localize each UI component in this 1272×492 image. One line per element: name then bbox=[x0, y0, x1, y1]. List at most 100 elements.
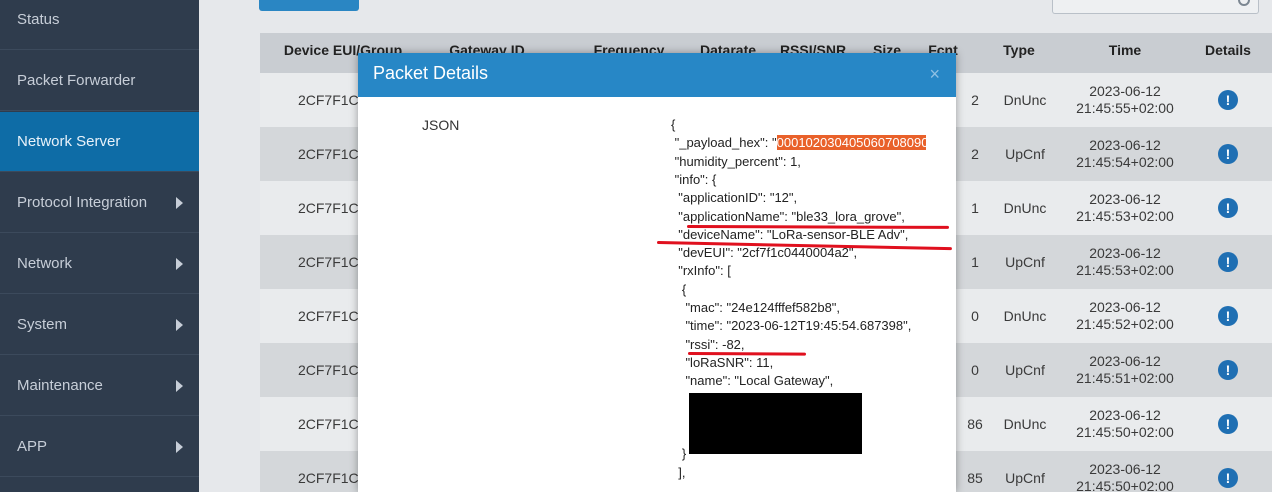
sidebar: Status Packet Forwarder Network Server Prot… bbox=[0, 0, 199, 492]
info-circle-icon[interactable]: ! bbox=[1218, 468, 1238, 488]
sidebar-item-app[interactable]: APP bbox=[0, 417, 199, 477]
info-circle-icon[interactable]: ! bbox=[1218, 144, 1238, 164]
time-clock: 21:45:52+02:00 bbox=[1076, 316, 1174, 332]
packet-details-modal: Packet Details × JSON { "_payload_hex": … bbox=[358, 53, 956, 492]
sidebar-item-protocol-integration[interactable]: Protocol Integration bbox=[0, 173, 199, 233]
info-circle-icon[interactable]: ! bbox=[1218, 90, 1238, 110]
fcnt-cell: 86 bbox=[967, 416, 983, 432]
sidebar-item-label: Maintenance bbox=[17, 377, 103, 394]
time-clock: 21:45:53+02:00 bbox=[1076, 262, 1174, 278]
json-line-text: "loRaSNR": 11, bbox=[671, 354, 774, 370]
modal-header: Packet Details × bbox=[358, 53, 956, 97]
time-date: 2023-06-12 bbox=[1089, 461, 1161, 477]
column-header-time[interactable]: Time bbox=[1085, 33, 1165, 73]
time-clock: 21:45:54+02:00 bbox=[1076, 154, 1174, 170]
sidebar-item-maintenance[interactable]: Maintenance bbox=[0, 356, 199, 416]
json-line-text: "applicationName": "ble33_lora_grove", bbox=[671, 208, 905, 224]
time-cell: 2023-06-12 21:45:54+02:00 bbox=[1076, 127, 1174, 181]
sidebar-item-label: APP bbox=[17, 438, 48, 455]
sidebar-item-network-server[interactable]: Network Server bbox=[0, 112, 199, 172]
column-header-details[interactable]: Details bbox=[1198, 33, 1258, 73]
time-cell: 2023-06-12 21:45:52+02:00 bbox=[1076, 289, 1174, 343]
chevron-right-icon bbox=[176, 318, 183, 331]
details-cell: ! bbox=[1208, 397, 1248, 451]
time-date: 2023-06-12 bbox=[1089, 245, 1161, 261]
details-cell: ! bbox=[1208, 127, 1248, 181]
time-cell: 2023-06-12 21:45:51+02:00 bbox=[1076, 343, 1174, 397]
json-line-text: ], bbox=[671, 464, 686, 480]
column-header-type[interactable]: Type bbox=[979, 33, 1059, 73]
type-cell: DnUnc bbox=[1003, 200, 1047, 216]
fcnt-cell: 85 bbox=[967, 470, 983, 486]
time-date: 2023-06-12 bbox=[1089, 191, 1161, 207]
time-clock: 21:45:53+02:00 bbox=[1076, 208, 1174, 224]
type-cell: UpCnf bbox=[1005, 470, 1045, 486]
fcnt-cell: 2 bbox=[971, 92, 979, 108]
json-line-text: "time": "2023-06-12T19:45:54.687398", bbox=[671, 318, 912, 334]
details-cell: ! bbox=[1208, 451, 1248, 492]
json-line: "mac": "24e124fffef582b8", bbox=[671, 300, 840, 315]
search-icon[interactable] bbox=[1238, 0, 1250, 6]
json-line-text: } bbox=[671, 446, 687, 462]
info-circle-icon[interactable]: ! bbox=[1218, 360, 1238, 380]
time-date: 2023-06-12 bbox=[1089, 299, 1161, 315]
details-cell: ! bbox=[1208, 235, 1248, 289]
chevron-right-icon bbox=[176, 440, 183, 453]
json-line: "time": "2023-06-12T19:45:54.687398", bbox=[671, 318, 911, 333]
sidebar-item-label: Protocol Integration bbox=[17, 194, 148, 211]
fcnt-cell: 2 bbox=[971, 146, 979, 162]
json-line: "_payload_hex": "000102030405060708090 bbox=[671, 135, 926, 151]
json-line-text: "rxInfo": [ bbox=[671, 263, 731, 279]
json-line: "rssi": -82, bbox=[671, 336, 745, 352]
time-date: 2023-06-12 bbox=[1089, 83, 1161, 99]
json-line: "loRaSNR": 11, bbox=[671, 355, 773, 370]
time-cell: 2023-06-12 21:45:53+02:00 bbox=[1076, 235, 1174, 289]
top-action-button[interactable] bbox=[259, 0, 359, 11]
json-line: { bbox=[671, 117, 675, 132]
details-cell: ! bbox=[1208, 73, 1248, 127]
type-cell: UpCnf bbox=[1005, 254, 1045, 270]
sidebar-item-status[interactable]: Status bbox=[0, 0, 199, 50]
fcnt-cell: 1 bbox=[971, 200, 979, 216]
fcnt-cell: 0 bbox=[971, 362, 979, 378]
time-clock: 21:45:50+02:00 bbox=[1076, 478, 1174, 492]
json-line-text: "deviceName": "LoRa-sensor-BLE Adv", bbox=[671, 226, 909, 242]
fcnt-cell: 0 bbox=[971, 308, 979, 324]
json-line: "rxInfo": [ bbox=[671, 263, 731, 278]
json-line-text: { bbox=[671, 117, 676, 132]
json-line: "applicationID": "12", bbox=[671, 190, 797, 205]
sidebar-item-system[interactable]: System bbox=[0, 295, 199, 355]
info-circle-icon[interactable]: ! bbox=[1218, 198, 1238, 218]
sidebar-item-label: System bbox=[17, 316, 68, 333]
details-cell: ! bbox=[1208, 181, 1248, 235]
json-line: { bbox=[671, 282, 686, 297]
close-icon[interactable]: × bbox=[929, 64, 940, 85]
info-circle-icon[interactable]: ! bbox=[1218, 306, 1238, 326]
annotation-underline-rssi bbox=[687, 352, 807, 356]
chevron-right-icon bbox=[176, 196, 183, 209]
time-date: 2023-06-12 bbox=[1089, 407, 1161, 423]
type-cell: DnUnc bbox=[1003, 92, 1047, 108]
sidebar-item-label: Status bbox=[17, 11, 60, 28]
json-line-text: { bbox=[671, 281, 687, 297]
time-clock: 21:45:50+02:00 bbox=[1076, 424, 1174, 440]
time-cell: 2023-06-12 21:45:53+02:00 bbox=[1076, 181, 1174, 235]
type-cell: UpCnf bbox=[1005, 362, 1045, 378]
search-input[interactable] bbox=[1052, 0, 1259, 14]
json-highlight: 000102030405060708090 bbox=[776, 135, 926, 151]
sidebar-item-packet-forwarder[interactable]: Packet Forwarder bbox=[0, 51, 199, 111]
json-line-text: "mac": "24e124fffef582b8", bbox=[671, 300, 841, 315]
modal-title: Packet Details bbox=[373, 63, 489, 83]
sidebar-item-label: Network Server bbox=[17, 133, 121, 150]
chevron-right-icon bbox=[176, 379, 183, 392]
json-label: JSON bbox=[422, 117, 460, 133]
json-line-text: "applicationID": "12", bbox=[671, 190, 798, 206]
json-line-text: "info": { bbox=[671, 171, 717, 187]
info-circle-icon[interactable]: ! bbox=[1218, 414, 1238, 434]
json-line-text: "name": "Local Gateway", bbox=[671, 373, 834, 389]
json-line-text: "rssi": -82, bbox=[671, 336, 745, 352]
json-line: ], bbox=[671, 465, 685, 480]
info-circle-icon[interactable]: ! bbox=[1218, 252, 1238, 272]
details-cell: ! bbox=[1208, 343, 1248, 397]
sidebar-item-network[interactable]: Network bbox=[0, 234, 199, 294]
